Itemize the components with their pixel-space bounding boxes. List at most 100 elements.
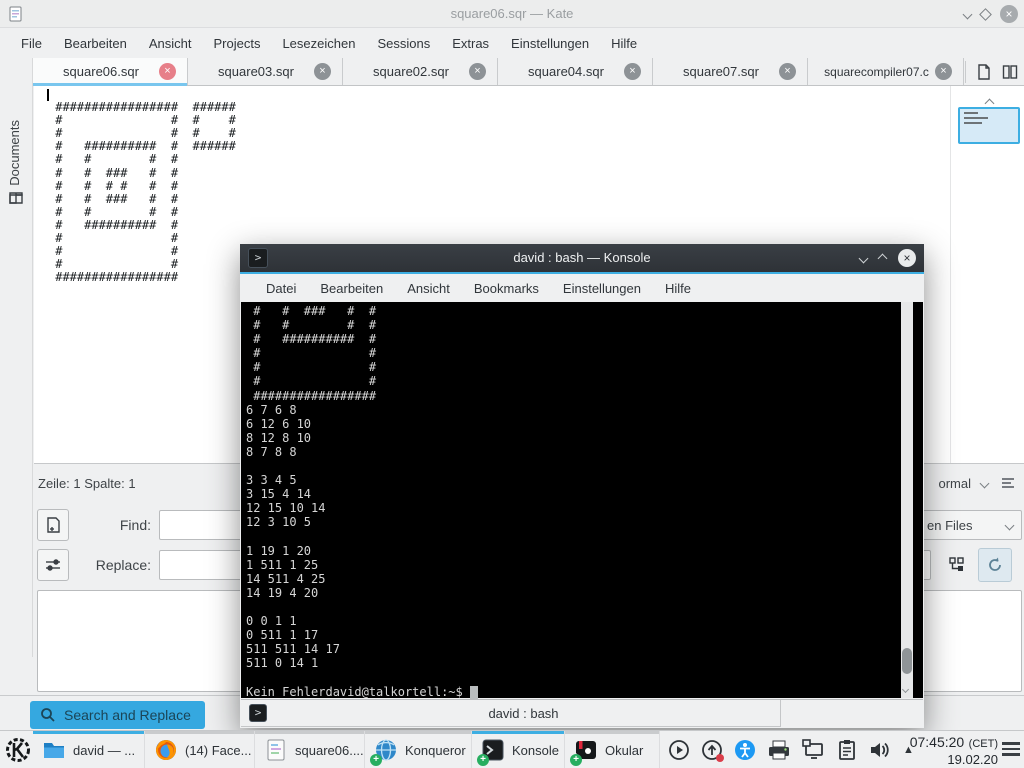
tab-square03[interactable]: square03.sqr ×	[188, 58, 343, 85]
cursor-position-label: Zeile: 1 Spalte: 1	[38, 476, 136, 491]
kate-tabbar: square06.sqr × square03.sqr × square02.s…	[33, 58, 1024, 86]
konsole-titlebar[interactable]: > david : bash — Konsole ×	[240, 244, 924, 272]
tab-square07[interactable]: square07.sqr ×	[653, 58, 808, 85]
kate-menu-einstellungen[interactable]: Einstellungen	[500, 36, 600, 51]
kate-document-icon	[264, 738, 288, 762]
okular-icon: +	[574, 738, 598, 762]
split-view-icon[interactable]	[1002, 64, 1018, 80]
konqueror-globe-icon: +	[374, 738, 398, 762]
refresh-search-button[interactable]	[978, 548, 1012, 582]
dolphin-folder-icon	[42, 738, 66, 762]
tab-squarecompiler07[interactable]: squarecompiler07.c ×	[808, 58, 964, 85]
tab-close-icon[interactable]: ×	[469, 63, 486, 80]
separator	[965, 61, 966, 83]
konsole-tabbar: > david : bash	[241, 699, 923, 727]
konsole-maximize-icon[interactable]	[879, 249, 886, 267]
kate-left-sidebar: Documents	[0, 58, 33, 657]
kate-menu-hilfe[interactable]: Hilfe	[600, 36, 648, 51]
firefox-icon	[154, 738, 178, 762]
kate-menu-lesezeichen[interactable]: Lesezeichen	[271, 36, 366, 51]
terminal-cursor	[470, 686, 478, 699]
terminal-prompt: Kein Fehlerdavid@talkortell:~$	[246, 685, 463, 699]
updates-icon[interactable]	[701, 739, 723, 761]
tab-close-icon[interactable]: ×	[935, 63, 952, 80]
konsole-menu-ansicht[interactable]: Ansicht	[395, 281, 462, 296]
konsole-menu-hilfe[interactable]: Hilfe	[653, 281, 703, 296]
new-document-icon[interactable]	[976, 64, 992, 80]
task-firefox[interactable]: (14) Face...	[145, 731, 255, 768]
chevron-down-icon	[1005, 520, 1015, 530]
search-and-replace-toggle-button[interactable]: Search and Replace	[30, 701, 205, 729]
konsole-menu-einstellungen[interactable]: Einstellungen	[551, 281, 653, 296]
digital-clock[interactable]: 07:45:20 (CET) 19.02.20	[910, 734, 998, 768]
mode-selector[interactable]: ormal	[938, 476, 988, 491]
system-tray: ▲	[668, 731, 914, 768]
filesystem-browser-icon[interactable]	[8, 190, 24, 206]
terminal-output: # # ### # # # # # # # ########## # # # #…	[246, 304, 376, 670]
konsole-menubar: Datei Bearbeiten Ansicht Bookmarks Einst…	[240, 274, 924, 302]
task-kate-square06[interactable]: square06....	[255, 731, 365, 768]
volume-icon[interactable]	[868, 739, 892, 761]
chevron-down-icon	[980, 479, 990, 489]
tab-close-icon[interactable]: ×	[314, 63, 331, 80]
kate-window-title: square06.sqr — Kate	[0, 6, 1024, 21]
new-window-badge: +	[477, 754, 489, 766]
search-options-icon[interactable]	[37, 549, 69, 581]
notification-dot	[716, 754, 724, 762]
new-window-badge: +	[570, 754, 582, 766]
scrollbar-minimap[interactable]	[958, 107, 1020, 144]
tab-square02[interactable]: square02.sqr ×	[343, 58, 498, 85]
panel-settings-icon[interactable]	[1002, 742, 1020, 758]
tab-square06[interactable]: square06.sqr ×	[33, 58, 188, 85]
task-konsole[interactable]: + Konsole	[472, 731, 565, 768]
konsole-minimize-icon[interactable]	[860, 249, 867, 267]
task-konqueror[interactable]: + Konqueror	[365, 731, 472, 768]
kate-menu-ansicht[interactable]: Ansicht	[138, 36, 203, 51]
tab-close-icon[interactable]: ×	[779, 63, 796, 80]
kate-titlebar[interactable]: square06.sqr — Kate ×	[0, 0, 1024, 28]
new-search-tab-button[interactable]	[37, 509, 69, 541]
konsole-window-title: david : bash — Konsole	[240, 250, 924, 265]
search-icon	[40, 707, 56, 723]
printer-icon[interactable]	[767, 739, 791, 761]
search-scope-select[interactable]: en Files	[918, 510, 1022, 540]
terminal-icon: >	[249, 704, 267, 722]
konsole-icon: +	[481, 738, 505, 762]
lines-icon[interactable]	[1000, 477, 1016, 491]
separator	[950, 86, 951, 463]
editor-text: ################# ###### # # # # # # # #…	[48, 88, 236, 284]
new-window-badge: +	[370, 754, 382, 766]
replace-label: Replace:	[69, 557, 159, 573]
kate-menu-sessions[interactable]: Sessions	[366, 36, 441, 51]
scroll-down-icon[interactable]	[902, 686, 909, 693]
scrollbar-thumb[interactable]	[902, 648, 912, 674]
task-dolphin[interactable]: david — ...	[33, 731, 145, 768]
tab-square04[interactable]: square04.sqr ×	[498, 58, 653, 85]
tab-close-icon[interactable]: ×	[624, 63, 641, 80]
konsole-close-icon[interactable]: ×	[898, 249, 916, 267]
accessibility-icon[interactable]	[734, 739, 756, 761]
konsole-session-tab[interactable]: > david : bash	[241, 700, 781, 727]
taskbar: david — ... (14) Face... square06.... + …	[0, 730, 1024, 768]
konsole-menu-bookmarks[interactable]: Bookmarks	[462, 281, 551, 296]
kate-close-icon[interactable]: ×	[1000, 5, 1018, 23]
kate-minimize-icon[interactable]	[964, 5, 971, 23]
kate-maximize-icon[interactable]	[979, 8, 992, 21]
konsole-menu-bearbeiten[interactable]: Bearbeiten	[308, 281, 395, 296]
terminal-area[interactable]: # # ### # # # # # # # ########## # # # #…	[241, 302, 923, 698]
expand-results-tree-icon[interactable]	[948, 556, 966, 574]
kde-launcher-icon[interactable]	[5, 737, 31, 763]
find-label: Find:	[69, 517, 159, 533]
terminal-scrollbar[interactable]	[901, 302, 913, 698]
task-okular[interactable]: + Okular	[565, 731, 660, 768]
kate-menu-extras[interactable]: Extras	[441, 36, 500, 51]
media-player-icon[interactable]	[668, 739, 690, 761]
konsole-menu-datei[interactable]: Datei	[254, 281, 308, 296]
clipboard-icon[interactable]	[837, 739, 857, 761]
tab-close-icon[interactable]: ×	[159, 63, 176, 80]
sidebar-tab-documents[interactable]: Documents	[7, 120, 22, 186]
kate-menu-bearbeiten[interactable]: Bearbeiten	[53, 36, 138, 51]
display-icon[interactable]	[802, 739, 826, 761]
kate-menu-file[interactable]: File	[10, 36, 53, 51]
kate-menu-projects[interactable]: Projects	[202, 36, 271, 51]
